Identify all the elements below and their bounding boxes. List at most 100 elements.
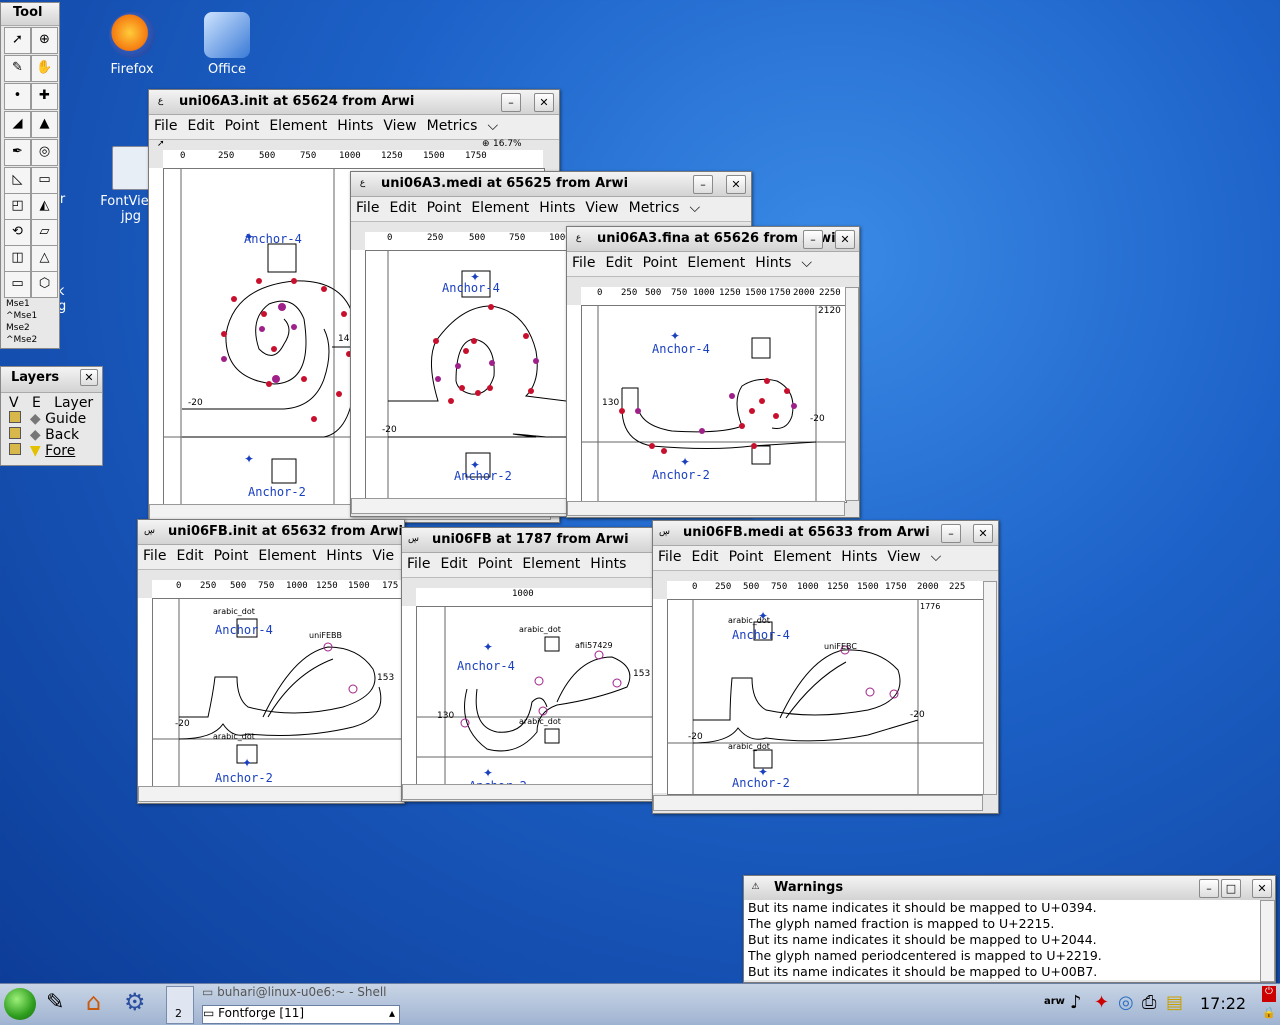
chevron-up-icon[interactable]: ▴ [389, 1006, 395, 1020]
menu-point[interactable]: Point [209, 545, 254, 564]
menu-point[interactable]: Point [724, 546, 769, 565]
task-shell[interactable]: ▭ buhari@linux-u0e6:~ - Shell [202, 985, 398, 1003]
vertical-scrollbar[interactable] [845, 287, 859, 501]
magnify-tool-icon[interactable]: ⊕ [31, 27, 58, 54]
window-titlebar[interactable]: ڛ uni06FB.init at 65632 from Arwi [138, 520, 404, 545]
close-button[interactable]: ✕ [534, 93, 554, 112]
glyph-canvas[interactable]: ✦ ✦ 1776 arabic_dot arabic_dot uniFEBC A… [667, 599, 985, 795]
horizontal-scrollbar[interactable] [653, 795, 983, 811]
window-titlebar[interactable]: ڛ uni06FB at 1787 from Arwi [402, 528, 654, 553]
konqueror-icon[interactable]: ⚙ [124, 988, 146, 1016]
volume-icon[interactable]: ♪ [1070, 992, 1082, 1013]
horizontal-scrollbar[interactable] [138, 786, 404, 802]
clock[interactable]: 17:22 [1200, 994, 1246, 1013]
lock-icon[interactable]: 🔒 [1262, 1006, 1276, 1022]
vertical-scrollbar[interactable] [983, 581, 997, 795]
menu-element[interactable]: Element [466, 197, 534, 216]
rectangle-tool-icon[interactable]: ▭ [4, 271, 31, 298]
close-button[interactable]: ✕ [835, 230, 855, 249]
clipboard-icon[interactable]: ▤ [1166, 992, 1183, 1013]
system-tool-icon[interactable]: ✎ [46, 990, 64, 1015]
layer-row-back[interactable]: ◆ Back [9, 427, 93, 443]
menu-metrics[interactable]: Metrics [624, 197, 685, 216]
chevron-down-icon[interactable]: ⌵ [796, 252, 817, 271]
pointer-tool-icon[interactable]: ➚ [4, 27, 31, 54]
minimize-button[interactable]: – [803, 230, 823, 249]
menu-view[interactable]: Vie [367, 545, 399, 564]
perspective-tool-icon[interactable]: △ [31, 245, 58, 272]
visible-checkbox-icon[interactable] [9, 427, 21, 439]
start-menu-button[interactable] [4, 988, 36, 1020]
spiro-tool-icon[interactable]: ◎ [31, 139, 58, 166]
menu-view[interactable]: View [882, 546, 925, 565]
menu-hints[interactable]: Hints [750, 252, 796, 271]
home-icon[interactable]: ⌂ [86, 988, 101, 1016]
update-icon[interactable]: ✦ [1094, 992, 1109, 1013]
layer-row-guide[interactable]: ◆ Guide [9, 411, 93, 427]
pen-tool-icon[interactable]: ✒ [4, 139, 31, 166]
menu-file[interactable]: File [567, 252, 600, 271]
logout-icon[interactable]: ⏻ [1262, 986, 1276, 1002]
menu-file[interactable]: File [402, 553, 435, 572]
menu-edit[interactable]: Edit [182, 115, 219, 134]
hv-curve-point-tool-icon[interactable]: ✚ [31, 83, 58, 110]
task-fontforge[interactable]: ▭ Fontforge [11] ▴ [202, 1005, 400, 1024]
desktop-icon-office[interactable]: Office [182, 12, 272, 77]
menu-edit[interactable]: Edit [435, 553, 472, 572]
3d-rotate-tool-icon[interactable]: ◫ [4, 245, 31, 272]
curve-point-tool-icon[interactable]: • [4, 83, 31, 110]
window-titlebar[interactable]: ع uni06A3.medi at 65625 from Arwi – ✕ [351, 172, 751, 197]
window-titlebar[interactable]: ع uni06A3.fina at 65626 from Arwi – ✕ [567, 227, 859, 252]
menu-hints[interactable]: Hints [332, 115, 378, 134]
glyph-canvas[interactable]: ✦ arabic_dot arabic_dot uniFEBB Anchor-4… [152, 598, 404, 788]
menu-point[interactable]: Point [220, 115, 265, 134]
freehand-tool-icon[interactable]: ✎ [4, 55, 31, 82]
printer-icon[interactable]: ⎙ [1142, 992, 1156, 1013]
minimize-button[interactable]: – [501, 93, 521, 112]
menu-hints[interactable]: Hints [321, 545, 367, 564]
menu-file[interactable]: File [138, 545, 171, 564]
menu-element[interactable]: Element [517, 553, 585, 572]
minimize-button[interactable]: – [941, 524, 961, 543]
menu-element[interactable]: Element [253, 545, 321, 564]
close-button[interactable]: ✕ [973, 524, 993, 543]
corner-point-tool-icon[interactable]: ◢ [4, 111, 31, 138]
window-titlebar[interactable]: ⚠ Warnings – □ ✕ [744, 876, 1275, 901]
menu-view[interactable]: View [580, 197, 623, 216]
ruler-tool-icon[interactable]: ▭ [31, 167, 58, 194]
menu-point[interactable]: Point [422, 197, 467, 216]
chevron-down-icon[interactable]: ⌵ [926, 546, 947, 565]
horizontal-scrollbar[interactable] [402, 784, 654, 800]
visible-checkbox-icon[interactable] [9, 443, 21, 455]
menu-element[interactable]: Element [682, 252, 750, 271]
window-titlebar[interactable]: ع uni06A3.init at 65624 from Arwi – ✕ [149, 90, 559, 115]
menu-hints[interactable]: Hints [836, 546, 882, 565]
minimize-button[interactable]: – [1199, 879, 1219, 898]
window-titlebar[interactable]: ڛ uni06FB.medi at 65633 from Arwi – ✕ [653, 521, 998, 546]
flip-tool-icon[interactable]: ◭ [31, 193, 58, 220]
menu-edit[interactable]: Edit [384, 197, 421, 216]
tangent-point-tool-icon[interactable]: ▲ [31, 111, 58, 138]
menu-file[interactable]: File [149, 115, 182, 134]
chevron-down-icon[interactable]: ⌵ [482, 115, 503, 134]
vertical-scrollbar[interactable] [1260, 900, 1275, 982]
menu-edit[interactable]: Edit [171, 545, 208, 564]
close-button[interactable]: ✕ [1252, 879, 1272, 898]
menu-element[interactable]: Element [768, 546, 836, 565]
scale-tool-icon[interactable]: ◰ [4, 193, 31, 220]
glyph-canvas[interactable]: ✦ ✦ arabic_dot arabic_dot afii57429 Anch… [416, 606, 654, 788]
menu-edit[interactable]: Edit [600, 252, 637, 271]
close-icon[interactable]: ✕ [80, 369, 98, 386]
rotate-tool-icon[interactable]: ⟲ [4, 219, 31, 246]
maximize-button[interactable]: □ [1221, 879, 1241, 898]
menu-hints[interactable]: Hints [534, 197, 580, 216]
knife-tool-icon[interactable]: ◺ [4, 167, 31, 194]
horizontal-scrollbar[interactable] [567, 501, 845, 516]
menu-element[interactable]: Element [264, 115, 332, 134]
hand-tool-icon[interactable]: ✋ [31, 55, 58, 82]
keyboard-layout-indicator[interactable]: arw [1044, 996, 1065, 1007]
polygon-tool-icon[interactable]: ⬡ [31, 271, 58, 298]
menu-view[interactable]: View [378, 115, 421, 134]
skew-tool-icon[interactable]: ▱ [31, 219, 58, 246]
minimize-button[interactable]: – [693, 175, 713, 194]
